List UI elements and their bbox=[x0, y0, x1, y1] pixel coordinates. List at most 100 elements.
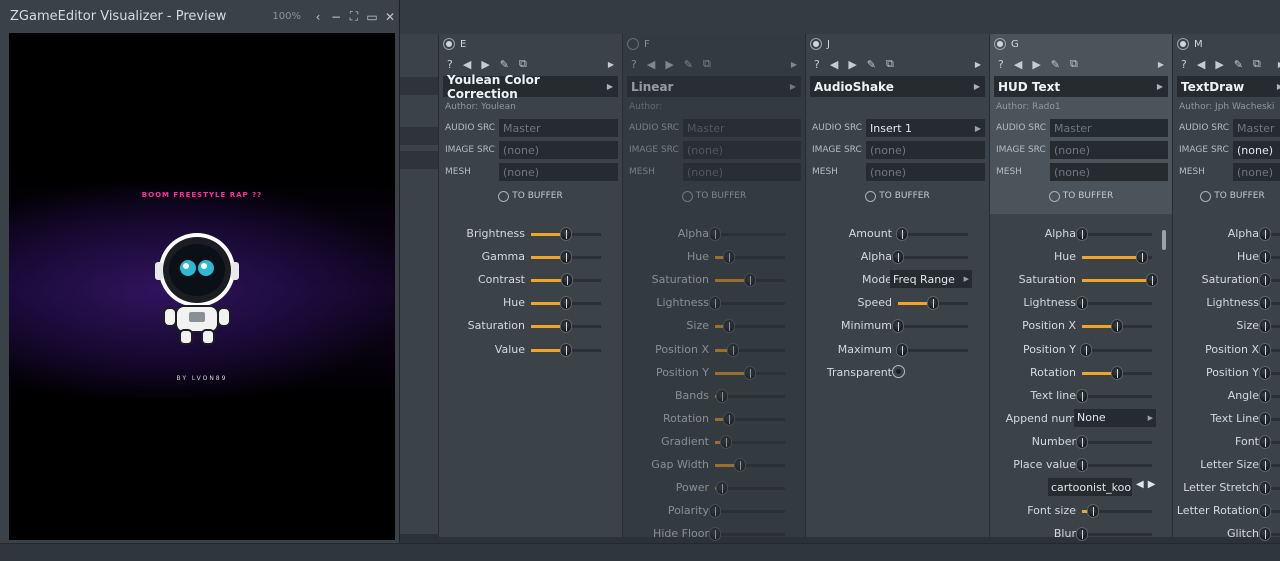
slider-knob[interactable] bbox=[723, 319, 735, 334]
param-slider[interactable] bbox=[1082, 504, 1152, 519]
param-toggle[interactable] bbox=[892, 364, 905, 378]
param-slider[interactable] bbox=[715, 388, 785, 403]
slider-knob[interactable] bbox=[1146, 273, 1158, 288]
audio-src-select[interactable]: Master bbox=[1233, 119, 1280, 137]
close-icon[interactable]: ✕ bbox=[381, 10, 399, 24]
plugin-name-field[interactable]: HUD Text ▶ bbox=[994, 76, 1168, 97]
slider-knob[interactable] bbox=[561, 273, 574, 288]
mesh-select[interactable]: (none) bbox=[683, 163, 801, 181]
menu-arrow-icon[interactable]: ▶ bbox=[1158, 60, 1164, 69]
copy-icon[interactable]: ⧉ bbox=[1253, 57, 1261, 71]
to-buffer-button[interactable]: TO BUFFER bbox=[806, 183, 989, 209]
param-slider[interactable] bbox=[709, 504, 785, 519]
param-slider[interactable] bbox=[531, 319, 601, 334]
enable-radio[interactable] bbox=[994, 38, 1006, 50]
maximize-icon[interactable]: ▭ bbox=[363, 10, 381, 24]
param-slider[interactable] bbox=[715, 250, 785, 265]
slider-knob[interactable] bbox=[1259, 342, 1271, 357]
slider-knob[interactable] bbox=[726, 342, 739, 357]
preview-titlebar[interactable]: ZGameEditor Visualizer - Preview 100% ‹ … bbox=[0, 0, 399, 33]
next-preset-icon[interactable]: ▶ bbox=[1032, 58, 1040, 71]
slider-knob[interactable] bbox=[723, 411, 735, 426]
param-slider[interactable] bbox=[1259, 481, 1280, 496]
slider-knob[interactable] bbox=[560, 250, 572, 265]
prev-preset-icon[interactable]: ◀ bbox=[1014, 58, 1022, 71]
slider-knob[interactable] bbox=[1076, 434, 1088, 449]
param-slider[interactable] bbox=[1259, 388, 1280, 403]
menu-arrow-icon[interactable]: ▶ bbox=[791, 60, 797, 69]
param-slider[interactable] bbox=[1259, 411, 1280, 426]
slider-knob[interactable] bbox=[709, 504, 721, 519]
param-slider[interactable] bbox=[1259, 527, 1280, 542]
slider-knob[interactable] bbox=[560, 319, 572, 334]
prev-preset-icon[interactable]: ◀ bbox=[647, 58, 655, 71]
slider-knob[interactable] bbox=[1259, 319, 1271, 334]
slider-knob[interactable] bbox=[892, 319, 904, 334]
param-slider[interactable] bbox=[1259, 227, 1280, 241]
menu-arrow-icon[interactable]: ▶ bbox=[975, 60, 981, 69]
plugin-name-field[interactable]: Youlean Color Correction ▶ bbox=[443, 73, 618, 101]
slider-knob[interactable] bbox=[716, 388, 728, 403]
param-slider[interactable] bbox=[892, 250, 968, 265]
image-src-select[interactable]: (none) bbox=[1233, 141, 1280, 159]
param-scrollbar[interactable] bbox=[1162, 230, 1166, 250]
image-src-select[interactable]: (none) bbox=[683, 141, 801, 159]
help-icon[interactable]: ? bbox=[814, 58, 820, 71]
slider-knob[interactable] bbox=[1259, 504, 1271, 519]
mesh-select[interactable]: (none) bbox=[1050, 163, 1168, 181]
param-slider[interactable] bbox=[715, 411, 785, 426]
slider-knob[interactable] bbox=[927, 296, 939, 311]
slider-knob[interactable] bbox=[1259, 273, 1271, 288]
pick-icon[interactable]: ✎ bbox=[684, 58, 693, 71]
slider-knob[interactable] bbox=[892, 250, 904, 265]
to-buffer-button[interactable]: TO BUFFER bbox=[1173, 183, 1280, 209]
param-slider[interactable] bbox=[1259, 458, 1280, 472]
help-icon[interactable]: ? bbox=[1181, 58, 1187, 71]
param-slider[interactable] bbox=[1082, 319, 1152, 334]
slider-knob[interactable] bbox=[1086, 504, 1099, 519]
zoom-level[interactable]: 100% bbox=[272, 11, 301, 22]
param-slider[interactable] bbox=[715, 273, 785, 288]
param-slider[interactable] bbox=[1259, 342, 1280, 357]
menu-arrow-icon[interactable]: ▶ bbox=[608, 60, 614, 69]
param-slider[interactable] bbox=[709, 227, 785, 241]
slider-knob[interactable] bbox=[895, 342, 908, 357]
param-slider[interactable] bbox=[1082, 250, 1152, 265]
next-preset-icon[interactable]: ▶ bbox=[848, 58, 856, 71]
param-dropdown[interactable]: None ▶ bbox=[1074, 408, 1156, 427]
param-slider[interactable] bbox=[531, 342, 601, 357]
param-slider[interactable] bbox=[1259, 250, 1280, 265]
prev-preset-icon[interactable]: ◀ bbox=[463, 58, 471, 71]
param-slider[interactable] bbox=[715, 319, 785, 334]
enable-radio[interactable] bbox=[1177, 38, 1189, 50]
slider-knob[interactable] bbox=[1135, 250, 1148, 265]
param-slider[interactable] bbox=[709, 527, 785, 542]
slider-knob[interactable] bbox=[1076, 458, 1088, 472]
slider-knob[interactable] bbox=[560, 227, 572, 241]
to-buffer-button[interactable]: TO BUFFER bbox=[439, 183, 622, 209]
param-slider[interactable] bbox=[1259, 504, 1280, 519]
mesh-select[interactable]: (none) bbox=[499, 163, 618, 181]
font-select[interactable]: cartoonist_koo.. bbox=[1048, 478, 1132, 497]
image-src-select[interactable]: (none) bbox=[866, 141, 985, 159]
param-slider[interactable] bbox=[895, 227, 968, 241]
slider-knob[interactable] bbox=[895, 227, 908, 241]
param-slider[interactable] bbox=[1259, 434, 1280, 449]
next-preset-icon[interactable]: ▶ bbox=[1215, 58, 1223, 71]
slider-knob[interactable] bbox=[719, 434, 732, 449]
slider-knob[interactable] bbox=[744, 273, 756, 288]
slider-knob[interactable] bbox=[560, 342, 572, 357]
pick-icon[interactable]: ✎ bbox=[1234, 58, 1243, 71]
slider-knob[interactable] bbox=[1259, 227, 1271, 241]
slider-knob[interactable] bbox=[1259, 296, 1271, 311]
param-dropdown[interactable]: Freq Range ▶ bbox=[890, 270, 972, 289]
audio-src-select[interactable]: Master bbox=[499, 119, 618, 137]
copy-icon[interactable]: ⧉ bbox=[1070, 57, 1078, 71]
param-slider[interactable] bbox=[1082, 365, 1152, 380]
slider-knob[interactable] bbox=[1259, 365, 1271, 380]
audio-src-select[interactable]: Master bbox=[683, 119, 801, 137]
help-icon[interactable]: ? bbox=[631, 58, 637, 71]
slider-knob[interactable] bbox=[744, 365, 756, 380]
slider-knob[interactable] bbox=[716, 481, 728, 496]
param-slider[interactable] bbox=[709, 296, 785, 311]
